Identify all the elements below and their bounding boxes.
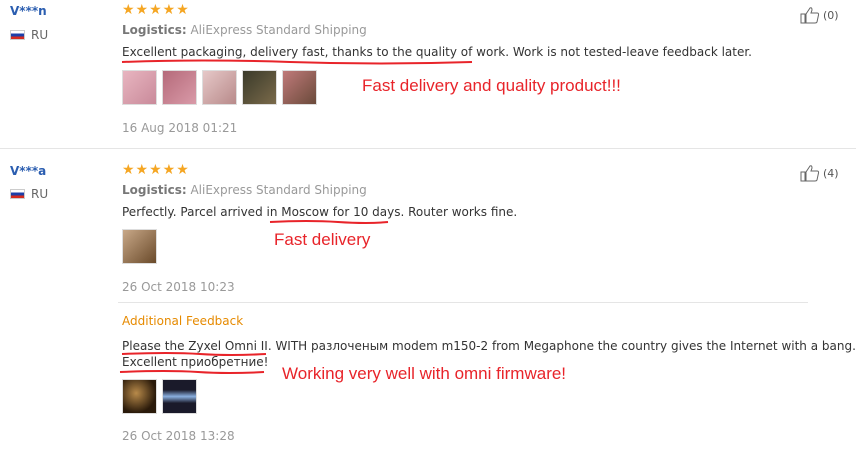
helpful-count: (4) xyxy=(823,166,839,180)
logistics-label: Logistics: xyxy=(122,183,187,197)
annotation-text: Working very well with omni firmware! xyxy=(282,364,567,383)
country-code: RU xyxy=(31,187,49,201)
underline-annotation xyxy=(121,59,473,65)
review-text-part: . Router works fine. xyxy=(400,205,518,219)
helpful-button[interactable]: (0) xyxy=(800,6,839,24)
review-text-highlight: in Moscow for 10 days xyxy=(266,205,401,219)
review-text: Excellent packaging, delivery fast, than… xyxy=(122,45,752,59)
review-photo-thumbnail[interactable] xyxy=(202,70,237,105)
review-photo-thumbnail[interactable] xyxy=(122,70,157,105)
review-photo-thumbnail[interactable] xyxy=(122,379,157,414)
divider xyxy=(0,148,856,149)
review-photos xyxy=(122,379,197,414)
country-code: RU xyxy=(31,28,49,42)
review-photo-thumbnail[interactable] xyxy=(162,379,197,414)
underline-annotation xyxy=(269,220,389,224)
reviewer-name: V***a xyxy=(10,164,47,178)
additional-feedback-label: Additional Feedback xyxy=(122,314,244,328)
underline-annotation xyxy=(119,370,265,374)
reviewer-country: RU xyxy=(10,187,48,201)
review-photo-thumbnail[interactable] xyxy=(242,70,277,105)
review-date: 26 Oct 2018 10:23 xyxy=(122,280,235,294)
logistics-info: Logistics: AliExpress Standard Shipping xyxy=(122,23,367,37)
star-rating: ★★★★★ xyxy=(122,2,190,18)
russia-flag-icon xyxy=(10,30,25,40)
review-photos xyxy=(122,229,157,264)
review-text: Perfectly. Parcel arrived in Moscow for … xyxy=(122,205,517,219)
logistics-value: AliExpress Standard Shipping xyxy=(190,23,367,37)
reviewer-country: RU xyxy=(10,28,48,42)
logistics-label: Logistics: xyxy=(122,23,187,37)
review-photo-thumbnail[interactable] xyxy=(162,70,197,105)
star-rating: ★★★★★ xyxy=(122,162,190,178)
additional-feedback-text: Excellent приобретние! xyxy=(122,355,269,369)
thumbs-up-icon xyxy=(800,165,820,182)
logistics-value: AliExpress Standard Shipping xyxy=(190,183,367,197)
review-date: 16 Aug 2018 01:21 xyxy=(122,121,238,135)
russia-flag-icon xyxy=(10,189,25,199)
review-photo-thumbnail[interactable] xyxy=(122,229,157,264)
helpful-button[interactable]: (4) xyxy=(800,164,839,182)
review-date: 26 Oct 2018 13:28 xyxy=(122,429,235,443)
logistics-info: Logistics: AliExpress Standard Shipping xyxy=(122,183,367,197)
annotation-text: Fast delivery xyxy=(274,230,371,249)
review-photos xyxy=(122,70,317,105)
helpful-count: (0) xyxy=(823,8,839,22)
review-photo-thumbnail[interactable] xyxy=(282,70,317,105)
reviewer-name: V***n xyxy=(10,4,47,18)
annotation-text: Fast delivery and quality product!!! xyxy=(362,76,621,95)
divider xyxy=(118,302,808,303)
thumbs-up-icon xyxy=(800,7,820,24)
review-text-part: Perfectly. Parcel arrived xyxy=(122,205,267,219)
